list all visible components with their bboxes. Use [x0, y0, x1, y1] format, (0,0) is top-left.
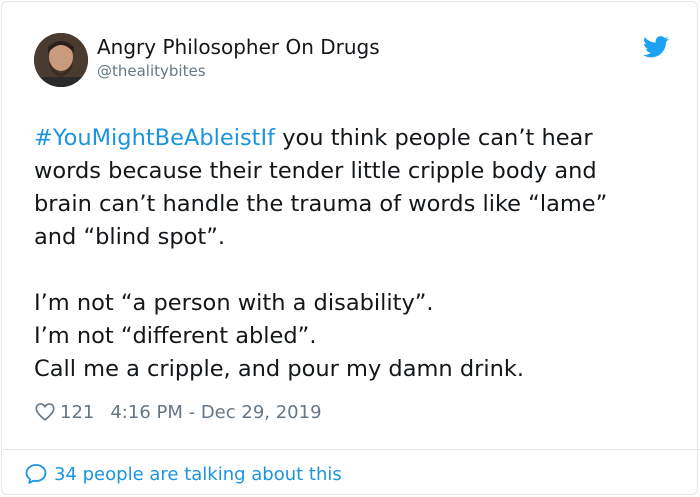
tweet-line-6: I’m not “different abled”. — [34, 323, 317, 349]
author-handle[interactable]: @thealitybites — [97, 62, 206, 80]
talking-count-label[interactable]: 34 people are talking about this — [54, 464, 342, 485]
heart-icon[interactable] — [34, 401, 56, 423]
tweet-line-1-text: you think people can’t hear — [275, 125, 593, 151]
twitter-bird-icon[interactable] — [643, 36, 669, 58]
author-name[interactable]: Angry Philosopher On Drugs — [97, 35, 380, 59]
tweet-line-3: brain can’t handle the trauma of words l… — [34, 191, 608, 217]
tweet-timestamp[interactable]: 4:16 PM - Dec 29, 2019 — [110, 402, 321, 423]
like-count[interactable]: 121 — [60, 402, 94, 423]
avatar[interactable] — [34, 33, 88, 87]
tweet-card: Angry Philosopher On Drugs @thealitybite… — [1, 1, 700, 495]
hashtag-link[interactable]: #YouMightBeAbleistIf — [34, 125, 275, 151]
tweet-line-5: I’m not “a person with a disability”. — [34, 290, 434, 316]
tweet-line-2: words because their tender little crippl… — [34, 158, 597, 184]
tweet-text: #YouMightBeAbleistIf you think people ca… — [34, 122, 674, 386]
conversation-link[interactable]: 34 people are talking about this — [24, 461, 342, 487]
tweet-line-4: and “blind spot”. — [34, 224, 226, 250]
speech-bubble-icon — [25, 464, 47, 484]
avatar-image — [34, 33, 88, 87]
tweet-meta: 121 4:16 PM - Dec 29, 2019 — [34, 399, 322, 425]
tweet-line-1: #YouMightBeAbleistIf you think people ca… — [34, 122, 674, 155]
tweet-line-7: Call me a cripple, and pour my damn drin… — [34, 356, 525, 382]
divider — [3, 449, 700, 450]
